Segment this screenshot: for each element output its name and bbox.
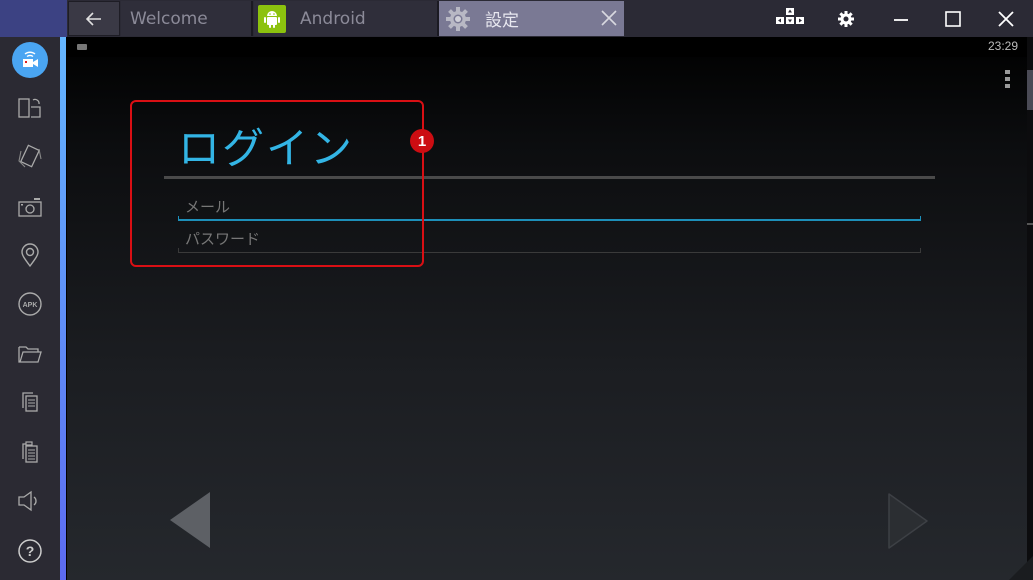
back-button[interactable]	[68, 1, 120, 36]
sidebar-item-screenshot[interactable]	[10, 187, 50, 227]
sidebar-item-volume[interactable]	[10, 481, 50, 521]
help-icon: ?	[18, 539, 42, 563]
arrow-left-icon	[86, 11, 101, 26]
overflow-menu-button[interactable]	[1003, 70, 1011, 88]
android-icon	[258, 4, 286, 33]
scrollbar[interactable]	[1027, 37, 1033, 580]
tab-divider	[251, 1, 253, 36]
scrollbar-thumb[interactable]	[1027, 70, 1033, 110]
android-screen: 23:29 ログイン 1	[67, 37, 1033, 580]
title-bar: Welcome Android 設定	[0, 0, 1033, 37]
next-button[interactable]	[887, 492, 929, 554]
sidebar: APK ?	[0, 37, 60, 580]
status-clock: 23:29	[987, 39, 1018, 53]
svg-text:?: ?	[26, 543, 35, 559]
sidebar-item-location[interactable]	[10, 235, 50, 275]
field-tick	[920, 248, 921, 253]
camera-icon	[18, 198, 42, 217]
sidebar-item-broadcast[interactable]	[10, 40, 50, 80]
shake-icon	[18, 144, 42, 168]
sidebar-item-apk[interactable]: APK	[10, 284, 50, 324]
resize-grip[interactable]	[1009, 556, 1033, 580]
sidebar-item-paste[interactable]	[10, 432, 50, 472]
settings-icon	[838, 11, 854, 27]
close-icon	[601, 10, 617, 26]
dot-icon	[1004, 84, 1010, 88]
sidebar-accent-bar	[60, 37, 66, 580]
tab-welcome[interactable]: Welcome	[121, 1, 251, 36]
keyboard-icon	[77, 44, 87, 50]
minimize-icon	[894, 19, 908, 21]
sidebar-item-rotate[interactable]	[10, 89, 50, 129]
svg-text:APK: APK	[23, 302, 38, 309]
dot-icon	[1004, 77, 1010, 81]
paste-icon	[22, 441, 38, 463]
location-icon	[21, 243, 39, 268]
folder-icon	[18, 346, 42, 363]
tab-label: Android	[300, 8, 366, 29]
maximize-icon	[945, 11, 961, 27]
tab-label: Welcome	[130, 8, 208, 29]
scrollbar-marker	[1027, 223, 1033, 225]
field-tick	[920, 216, 921, 221]
gear-icon	[445, 6, 471, 32]
volume-icon	[18, 490, 37, 512]
minimize-button[interactable]	[886, 4, 916, 34]
maximize-button[interactable]	[938, 4, 968, 34]
dot-icon	[1004, 70, 1010, 74]
keymapping-button[interactable]	[775, 4, 805, 34]
sidebar-item-help[interactable]: ?	[10, 531, 50, 571]
chevron-right-icon	[888, 493, 928, 549]
window-close-button[interactable]	[991, 4, 1021, 34]
close-icon	[998, 11, 1014, 27]
previous-button[interactable]	[170, 492, 210, 548]
tab-close-button[interactable]	[599, 8, 619, 28]
tab-settings[interactable]: 設定	[439, 1, 624, 36]
keyboard-mapping-icon	[776, 8, 804, 24]
settings-button[interactable]	[831, 4, 861, 34]
sidebar-item-shake[interactable]	[10, 137, 50, 177]
sidebar-item-copy[interactable]	[10, 382, 50, 422]
annotation-highlight-box	[130, 100, 424, 267]
tab-android[interactable]: Android	[254, 1, 437, 36]
video-broadcast-icon	[12, 42, 48, 78]
copy-icon	[22, 392, 38, 412]
sidebar-item-folder[interactable]	[10, 334, 50, 374]
app-corner	[0, 0, 67, 37]
android-status-bar: 23:29	[67, 37, 1027, 57]
tab-label: 設定	[485, 11, 519, 31]
annotation-badge: 1	[410, 129, 434, 153]
apk-install-icon: APK	[18, 292, 42, 316]
rotate-screen-icon	[18, 98, 41, 118]
